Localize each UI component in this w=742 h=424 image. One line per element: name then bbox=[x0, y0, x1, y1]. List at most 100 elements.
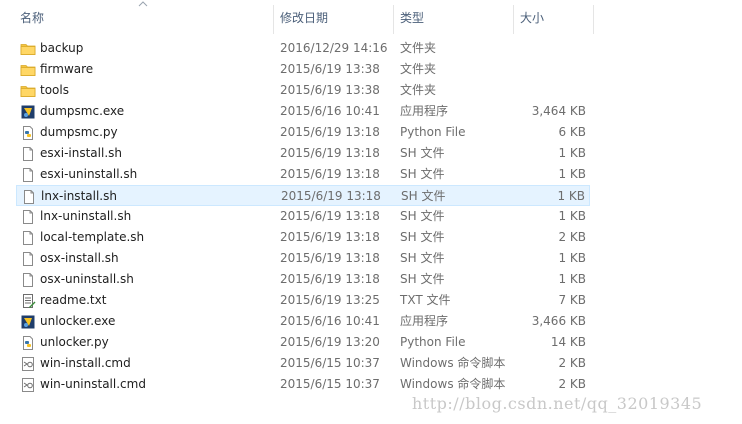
file-type: SH 文件 bbox=[400, 230, 445, 244]
file-name: win-uninstall.cmd bbox=[40, 377, 146, 391]
column-divider[interactable] bbox=[273, 5, 274, 34]
file-row[interactable]: local-template.sh 2015/6/19 13:18 SH 文件 2 K… bbox=[16, 227, 590, 248]
file-date: 2015/6/19 13:18 bbox=[280, 146, 380, 160]
file-name: tools bbox=[40, 83, 69, 97]
file-date: 2015/6/16 10:41 bbox=[280, 314, 380, 328]
file-name: firmware bbox=[40, 62, 94, 76]
file-name: osx-install.sh bbox=[40, 251, 119, 265]
file-name: win-install.cmd bbox=[40, 356, 131, 370]
file-row[interactable]: firmware 2015/6/19 13:38 文件夹 bbox=[16, 59, 590, 80]
file-type: 应用程序 bbox=[400, 104, 449, 118]
file-name: readme.txt bbox=[40, 293, 107, 307]
file-row[interactable]: readme.txt 2015/6/19 13:25 TXT 文件 7 KB bbox=[16, 290, 590, 311]
file-type: Windows 命令脚本 bbox=[400, 377, 506, 391]
column-header: 名称 修改日期 类型 大小 bbox=[0, 0, 742, 34]
python-icon bbox=[20, 125, 36, 141]
file-row[interactable]: lnx-uninstall.sh 2015/6/19 13:18 SH 文件 1 KB bbox=[16, 206, 590, 227]
file-date: 2015/6/19 13:18 bbox=[280, 209, 380, 223]
file-date: 2015/6/19 13:18 bbox=[280, 125, 380, 139]
cmd-icon bbox=[20, 377, 36, 393]
file-row[interactable]: unlocker.py 2015/6/19 13:20 Python File 14 … bbox=[16, 332, 590, 353]
file-type: Python File bbox=[400, 335, 466, 349]
file-name: dumpsmc.py bbox=[40, 125, 118, 139]
folder-icon bbox=[20, 83, 36, 99]
file-date: 2015/6/19 13:18 bbox=[281, 189, 381, 203]
file-row[interactable]: osx-uninstall.sh 2015/6/19 13:18 SH 文件 1 KB bbox=[16, 269, 590, 290]
watermark-text: http://blog.csdn.net/qq_32019345 bbox=[412, 394, 703, 413]
column-header-size[interactable]: 大小 bbox=[520, 5, 544, 34]
file-icon bbox=[20, 251, 36, 267]
file-row[interactable]: dumpsmc.py 2015/6/19 13:18 Python File 6 KB bbox=[16, 122, 590, 143]
file-name: lnx-uninstall.sh bbox=[40, 209, 132, 223]
file-size: 3,466 KB bbox=[531, 314, 586, 328]
file-row[interactable]: osx-install.sh 2015/6/19 13:18 SH 文件 1 KB bbox=[16, 248, 590, 269]
column-header-date[interactable]: 修改日期 bbox=[280, 5, 328, 34]
file-name: lnx-install.sh bbox=[41, 189, 117, 203]
file-size: 6 KB bbox=[558, 125, 586, 139]
file-row[interactable]: esxi-uninstall.sh 2015/6/19 13:18 SH 文件 1 K… bbox=[16, 164, 590, 185]
file-size: 1 KB bbox=[558, 251, 586, 265]
file-icon bbox=[20, 209, 36, 225]
file-row[interactable]: backup 2016/12/29 14:16 文件夹 bbox=[16, 38, 590, 59]
python-icon bbox=[20, 335, 36, 351]
file-icon bbox=[20, 167, 36, 183]
file-type: SH 文件 bbox=[401, 189, 446, 203]
column-divider[interactable] bbox=[393, 5, 394, 34]
file-size: 2 KB bbox=[558, 230, 586, 244]
file-row[interactable]: unlocker.exe 2015/6/16 10:41 应用程序 3,466 KB bbox=[16, 311, 590, 332]
file-size: 1 KB bbox=[558, 272, 586, 286]
file-date: 2015/6/19 13:18 bbox=[280, 272, 380, 286]
file-date: 2015/6/19 13:25 bbox=[280, 293, 380, 307]
file-name: unlocker.exe bbox=[40, 314, 116, 328]
column-header-name[interactable]: 名称 bbox=[20, 5, 44, 34]
file-size: 14 KB bbox=[550, 335, 586, 349]
file-type: SH 文件 bbox=[400, 167, 445, 181]
file-date: 2015/6/15 10:37 bbox=[280, 356, 380, 370]
exe-icon bbox=[20, 104, 36, 120]
file-icon bbox=[20, 272, 36, 288]
file-row[interactable]: esxi-install.sh 2015/6/19 13:18 SH 文件 1 KB bbox=[16, 143, 590, 164]
file-date: 2015/6/19 13:18 bbox=[280, 251, 380, 265]
file-row[interactable]: tools 2015/6/19 13:38 文件夹 bbox=[16, 80, 590, 101]
file-date: 2015/6/19 13:38 bbox=[280, 62, 380, 76]
file-type: Python File bbox=[400, 125, 466, 139]
file-date: 2015/6/16 10:41 bbox=[280, 104, 380, 118]
folder-icon bbox=[20, 62, 36, 78]
file-name: backup bbox=[40, 41, 84, 55]
file-name: unlocker.py bbox=[40, 335, 109, 349]
file-size: 1 KB bbox=[557, 189, 585, 203]
file-name: dumpsmc.exe bbox=[40, 104, 125, 118]
exe-icon bbox=[20, 314, 36, 330]
file-date: 2015/6/19 13:20 bbox=[280, 335, 380, 349]
column-divider[interactable] bbox=[593, 5, 594, 34]
file-type: 文件夹 bbox=[400, 83, 437, 97]
file-row[interactable]: win-install.cmd 2015/6/15 10:37 Windows 命令… bbox=[16, 353, 590, 374]
file-date: 2015/6/19 13:18 bbox=[280, 167, 380, 181]
file-row[interactable]: lnx-install.sh 2015/6/19 13:18 SH 文件 1 KB bbox=[16, 185, 590, 206]
file-size: 2 KB bbox=[558, 356, 586, 370]
txt-icon bbox=[20, 293, 36, 309]
file-size: 2 KB bbox=[558, 377, 586, 391]
file-size: 1 KB bbox=[558, 209, 586, 223]
file-type: SH 文件 bbox=[400, 146, 445, 160]
file-date: 2016/12/29 14:16 bbox=[280, 41, 388, 55]
file-size: 1 KB bbox=[558, 167, 586, 181]
file-row[interactable]: win-uninstall.cmd 2015/6/15 10:37 Windows … bbox=[16, 374, 590, 395]
file-name: esxi-uninstall.sh bbox=[40, 167, 138, 181]
file-type: 应用程序 bbox=[400, 314, 449, 328]
file-type: 文件夹 bbox=[400, 62, 437, 76]
column-divider[interactable] bbox=[513, 5, 514, 34]
column-header-type[interactable]: 类型 bbox=[400, 5, 424, 34]
file-name: local-template.sh bbox=[40, 230, 145, 244]
file-name: osx-uninstall.sh bbox=[40, 272, 134, 286]
file-type: SH 文件 bbox=[400, 272, 445, 286]
file-date: 2015/6/19 13:18 bbox=[280, 230, 380, 244]
file-date: 2015/6/15 10:37 bbox=[280, 377, 380, 391]
sort-ascending-icon bbox=[138, 1, 148, 7]
file-date: 2015/6/19 13:38 bbox=[280, 83, 380, 97]
file-size: 1 KB bbox=[558, 146, 586, 160]
file-name: esxi-install.sh bbox=[40, 146, 122, 160]
file-size: 3,464 KB bbox=[531, 104, 586, 118]
file-row[interactable]: dumpsmc.exe 2015/6/16 10:41 应用程序 3,464 KB bbox=[16, 101, 590, 122]
file-icon bbox=[21, 189, 37, 205]
